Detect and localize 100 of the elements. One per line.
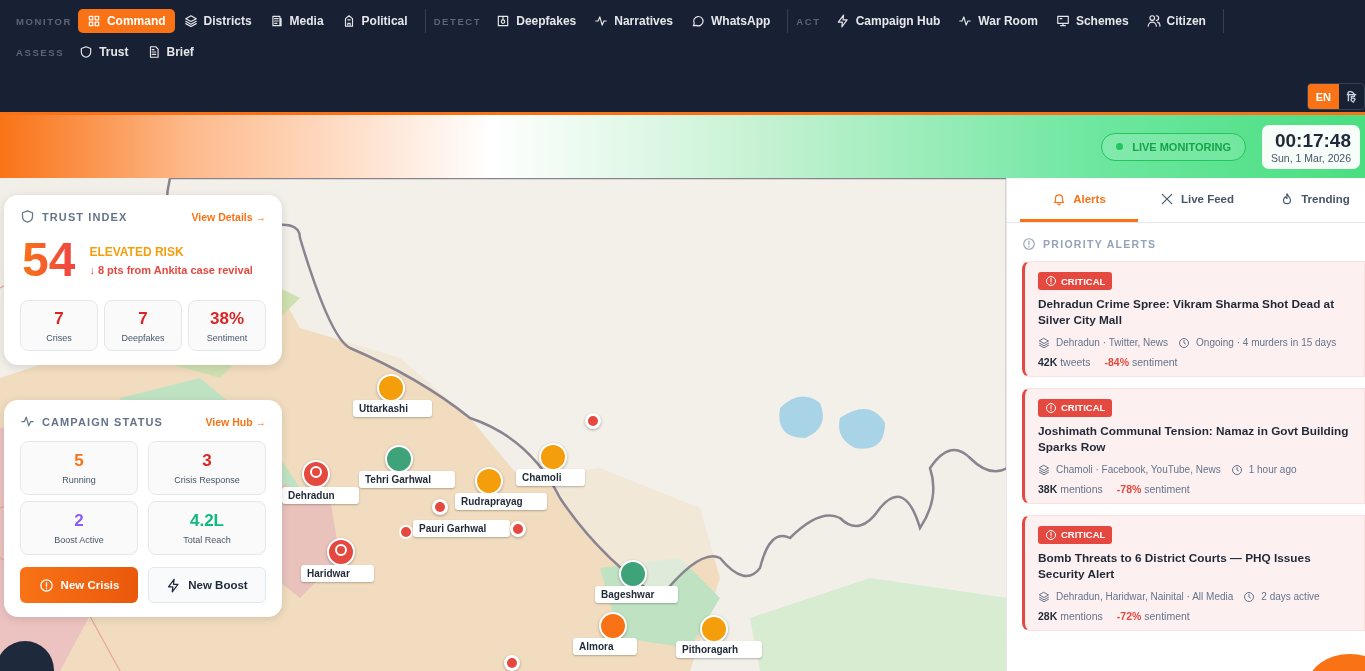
nav-group-label: ASSESS <box>16 46 65 58</box>
nav-item[interactable]: Deepfakes <box>487 9 586 33</box>
alert-sentiment: -78% sentiment <box>1116 482 1190 495</box>
nav-item[interactable]: Districts <box>174 9 261 33</box>
frame-icon <box>496 14 511 28</box>
alert-title: Dehradun Crime Spree: Vikram Sharma Shot Dead at Silver City Mall <box>1038 297 1336 329</box>
district-label: Rudraprayag <box>455 493 547 510</box>
layers-icon <box>183 14 198 28</box>
nav-item[interactable]: Political <box>332 9 417 33</box>
stat-value: 3 <box>202 451 212 471</box>
score-change: ↓ 8 pts from Ankita case revival <box>89 263 253 276</box>
alert-count: 42K tweets <box>1038 355 1091 368</box>
clock-date: Sun, 1 Mar, 2026 <box>1271 151 1351 164</box>
section-heading: PRIORITY ALERTS <box>1043 238 1157 250</box>
nav-item[interactable]: Media <box>260 9 333 33</box>
map-pin[interactable] <box>539 443 567 471</box>
nav-item[interactable]: Citizen <box>1137 9 1215 33</box>
alert-source: Dehradun, Haridwar, Nainital · All Media <box>1056 591 1234 603</box>
alert-source: Dehradun · Twitter, News <box>1056 337 1169 349</box>
newspaper-icon <box>269 14 284 28</box>
nav-item[interactable]: WhatsApp <box>682 9 780 33</box>
alert-icon <box>1045 401 1057 414</box>
alert-sentiment: -84% sentiment <box>1104 355 1178 368</box>
stat-label: Deepfakes <box>121 333 165 343</box>
alert-icon <box>1045 275 1057 287</box>
chat-bubble-icon <box>691 14 705 28</box>
card-title: TRUST INDEX <box>42 210 128 223</box>
live-monitoring-badge: LIVE MONITORING <box>1101 132 1246 161</box>
alert-sentiment: -72% sentiment <box>1116 609 1190 622</box>
bell-icon <box>1052 191 1067 206</box>
critical-badge: CRITICAL <box>1038 525 1113 544</box>
stat-value: 4.2L <box>190 511 224 531</box>
district-label: Tehri Garhwal <box>359 471 455 488</box>
x-icon <box>1159 191 1174 206</box>
district-label: Pauri Garhwal <box>413 520 511 537</box>
district-label: Dehradun <box>282 487 359 504</box>
alert-count: 28K mentions <box>1038 609 1103 622</box>
nav-item[interactable]: Brief <box>137 40 203 64</box>
stat-value: 7 <box>138 309 148 329</box>
lightning-icon <box>835 14 850 28</box>
alert-time: 2 days active <box>1261 591 1320 603</box>
panel-tab[interactable]: Trending <box>1256 178 1365 222</box>
alert-icon <box>1022 237 1036 251</box>
critical-badge: CRITICAL <box>1038 398 1113 417</box>
layers-icon <box>1038 463 1050 476</box>
new-boost-button[interactable]: New Boost <box>148 567 266 603</box>
district-label: Bageshwar <box>595 586 679 603</box>
clock-time: 00:17:48 <box>1274 129 1351 152</box>
stat-label: Running <box>62 475 96 485</box>
alert-count: 38K mentions <box>1038 482 1103 495</box>
alert-source: Chamoli · Facebook, YouTube, News <box>1056 464 1221 476</box>
stat-label: Sentiment <box>206 333 248 343</box>
district-label: Haridwar <box>301 565 374 582</box>
nav-item[interactable]: Narratives <box>585 9 682 33</box>
stat-label: Total Reach <box>183 535 231 545</box>
alert-title: Bomb Threats to 6 District Courts — PHQ Issues Security Alert <box>1038 550 1312 583</box>
critical-badge: CRITICAL <box>1038 272 1113 290</box>
stat-label: Crises <box>46 333 72 343</box>
layers-icon <box>1038 590 1050 603</box>
risk-level: ELEVATED RISK <box>89 244 185 259</box>
nav-item[interactable]: Schemes <box>1046 9 1138 33</box>
alert-card[interactable]: CRITICAL Joshimath Communal Tension: Namaz in Govt Building Sparks Row Chamoli · Facebook, YouTube, News 1 hour ago 38K mentions -78% sentiment <box>1022 387 1365 504</box>
grid-icon <box>86 14 101 28</box>
stat-label: Crisis Response <box>174 475 240 485</box>
nav-item[interactable]: Campaign Hub <box>826 9 950 33</box>
pulse-icon <box>594 14 609 28</box>
stat-value: 7 <box>54 309 64 329</box>
alert-icon <box>1045 528 1057 541</box>
language-option[interactable]: हि <box>1339 84 1364 109</box>
shield-icon <box>20 209 35 224</box>
map-pin[interactable] <box>585 413 601 429</box>
nav-group-label: DETECT <box>433 15 482 27</box>
stat-value: 2 <box>74 511 84 531</box>
card-title: CAMPAIGN STATUS <box>42 415 163 428</box>
panel-tab[interactable]: Live Feed <box>1138 178 1256 222</box>
stat-value: 38% <box>210 309 244 329</box>
nav-group-label: ACT <box>796 15 821 27</box>
alert-title: Joshimath Communal Tension: Namaz in Govt Building Sparks Row <box>1038 423 1350 456</box>
pulse-icon <box>20 414 35 429</box>
nav-group-label: MONITOR <box>16 15 72 27</box>
stat-label: Boost Active <box>54 535 104 545</box>
alert-time: Ongoing · 4 murders in 15 days <box>1196 337 1337 349</box>
layers-icon <box>1038 336 1050 349</box>
nav-item[interactable]: War Room <box>949 9 1047 33</box>
monitor-icon <box>1055 14 1070 28</box>
alert-card[interactable]: CRITICAL Dehradun Crime Spree: Vikram Sharma Shot Dead at Silver City Mall Dehradun · Twitter, News Ongoing · 4 murders in 15 days 42K tweets -84% sentiment <box>1022 261 1365 377</box>
district-label: Chamoli <box>516 469 586 486</box>
alert-time: 1 hour ago <box>1248 464 1297 476</box>
clock-icon <box>1230 463 1243 476</box>
district-label: Pithoragarh <box>676 641 763 658</box>
stat-value: 5 <box>74 451 84 471</box>
district-label: Uttarkashi <box>353 400 432 417</box>
pulse-icon <box>958 14 973 28</box>
district-label: Almora <box>573 638 638 655</box>
nav-item[interactable]: Trust <box>70 40 138 64</box>
clock-icon <box>1243 590 1256 603</box>
alert-card[interactable]: CRITICAL Bomb Threats to 6 District Courts — PHQ Issues Security Alert Dehradun, Haridwar, Nainital · All Media 2 days active 28K mentions -72% sentiment <box>1022 514 1365 631</box>
shield-icon <box>79 45 94 59</box>
alert-icon <box>38 577 54 593</box>
users-icon <box>1146 14 1161 28</box>
